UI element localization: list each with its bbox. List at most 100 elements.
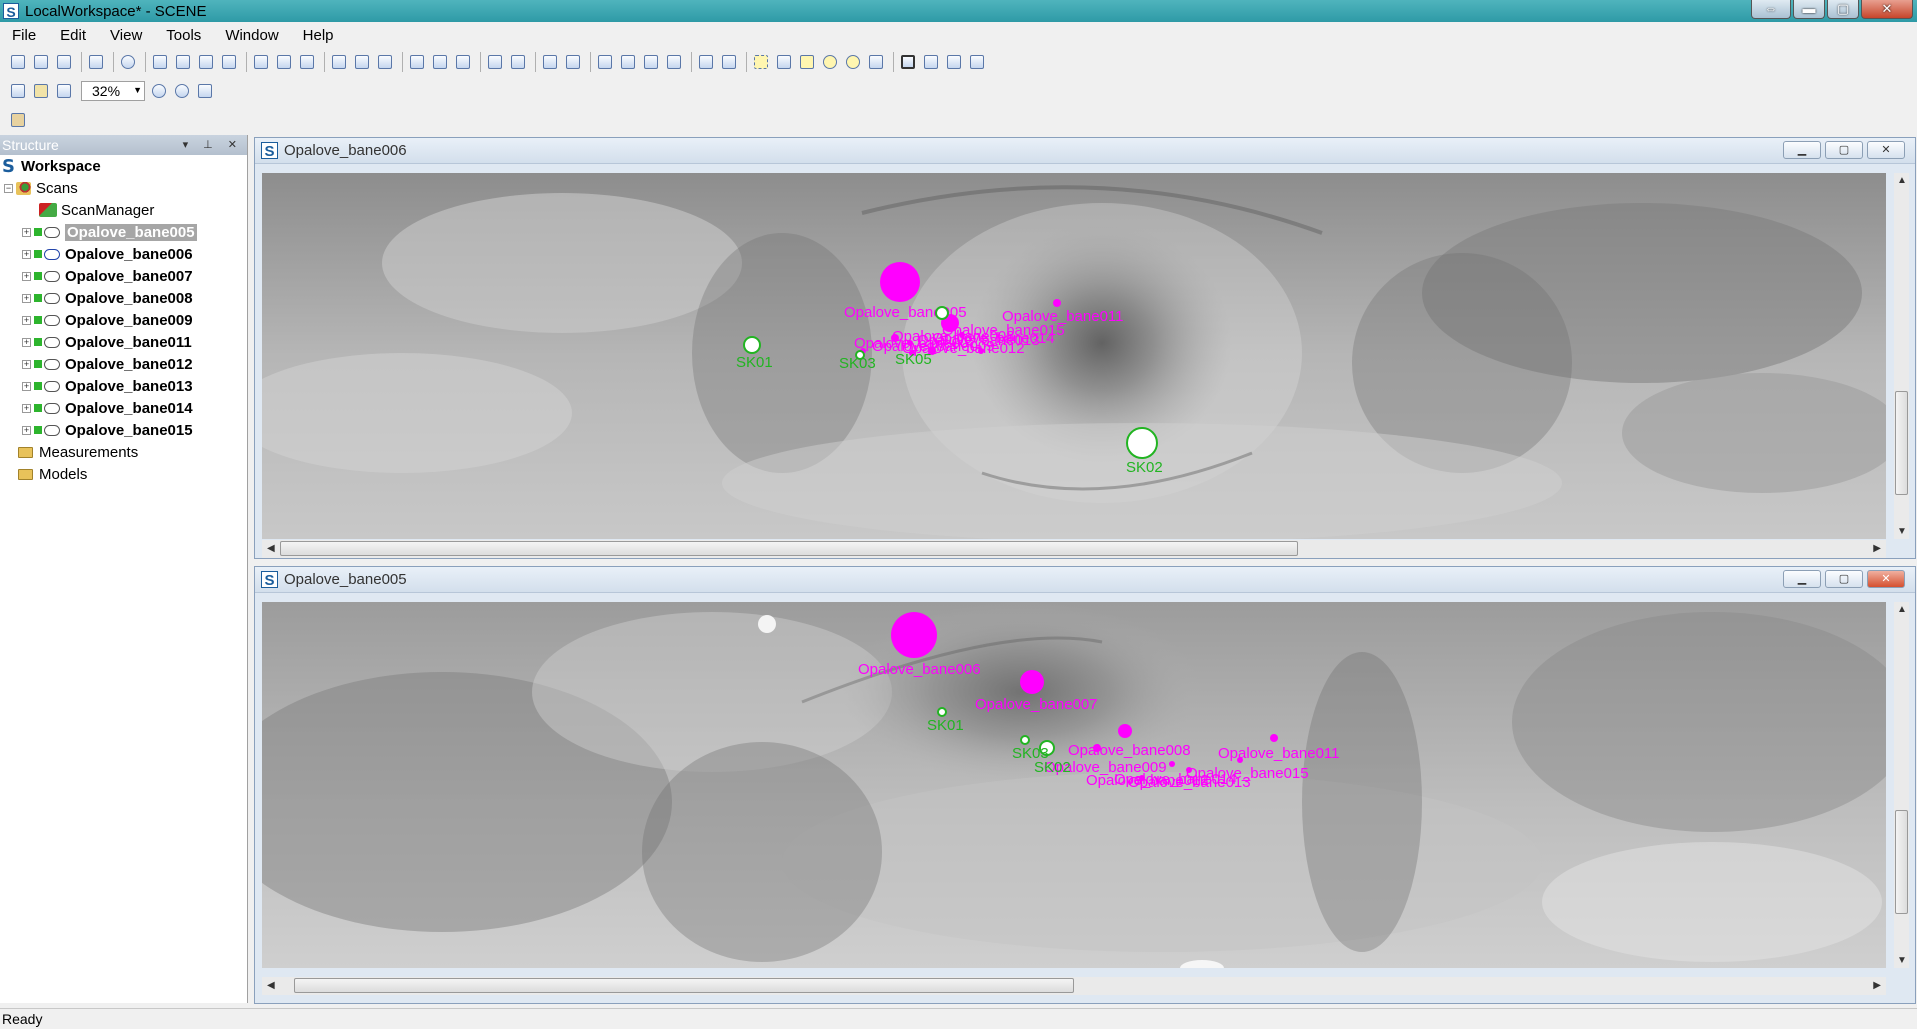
- probe-icon[interactable]: [664, 52, 684, 72]
- selection-add-icon[interactable]: [921, 52, 941, 72]
- child-minimize-button[interactable]: ▁: [1783, 570, 1821, 588]
- vertical-scrollbar[interactable]: ▲ ▼: [1894, 173, 1909, 539]
- scan-position-marker[interactable]: [1118, 724, 1132, 738]
- tree-item-scan[interactable]: + Opalove_bane009: [0, 309, 247, 331]
- expand-icon[interactable]: +: [22, 425, 31, 435]
- scan-position-marker[interactable]: [1020, 670, 1044, 694]
- window-split-icon[interactable]: [352, 52, 372, 72]
- bar-icon[interactable]: [719, 52, 739, 72]
- rect-select-icon[interactable]: [751, 52, 771, 72]
- scan-view-window[interactable]: S Opalove_bane006 ▁ ▢ ✕ Opalove_bane005 …: [254, 137, 1916, 559]
- scan-position-marker[interactable]: [1270, 734, 1278, 742]
- view-3d-icon[interactable]: [173, 52, 193, 72]
- photo-icon[interactable]: [485, 52, 505, 72]
- polygon-select-icon[interactable]: [797, 52, 817, 72]
- column-icon[interactable]: [696, 52, 716, 72]
- marker-icon[interactable]: [641, 52, 661, 72]
- scan-position-marker[interactable]: [891, 612, 937, 658]
- close-button[interactable]: ✕: [1861, 0, 1913, 19]
- zoom-window-icon[interactable]: [195, 81, 215, 101]
- target-sphere-marker[interactable]: [935, 306, 949, 320]
- tree-item-scan[interactable]: + Opalove_bane013: [0, 375, 247, 397]
- brush-select-icon[interactable]: [866, 52, 886, 72]
- measure-icon[interactable]: [618, 52, 638, 72]
- horizontal-scrollbar[interactable]: ◀ ▶: [262, 977, 1886, 995]
- tree-item-scan[interactable]: + Opalove_bane011: [0, 331, 247, 353]
- view-2d-icon[interactable]: [150, 52, 170, 72]
- scan-position-marker[interactable]: [1169, 761, 1175, 767]
- target-sphere-marker[interactable]: [743, 336, 761, 354]
- window-stack-icon[interactable]: [375, 52, 395, 72]
- properties-icon[interactable]: [8, 110, 28, 130]
- tree-item-scan[interactable]: + Opalove_bane005: [0, 221, 247, 243]
- menu-file[interactable]: File: [0, 27, 48, 44]
- circle-select-icon[interactable]: [820, 52, 840, 72]
- scroll-left-icon[interactable]: ◀: [267, 980, 275, 991]
- target-icon[interactable]: [540, 52, 560, 72]
- child-minimize-button[interactable]: ▁: [1783, 141, 1821, 159]
- panorama-viewport[interactable]: Opalove_bane005 Opalove_bane007 Opalove_…: [262, 173, 1886, 539]
- zoom-in-icon[interactable]: [172, 81, 192, 101]
- maximize-button[interactable]: ▢: [1827, 0, 1859, 19]
- menu-tools[interactable]: Tools: [154, 27, 213, 44]
- menu-window[interactable]: Window: [213, 27, 290, 44]
- target-sphere-marker[interactable]: [1126, 427, 1158, 459]
- list-view-icon[interactable]: [219, 52, 239, 72]
- selection-subtract-icon[interactable]: [944, 52, 964, 72]
- minimize-button[interactable]: ▬: [1793, 0, 1825, 19]
- selection-intersect-icon[interactable]: [967, 52, 987, 72]
- scrollbar-thumb[interactable]: [280, 541, 1298, 556]
- child-close-button[interactable]: ✕: [1867, 141, 1905, 159]
- tree-item-scanmanager[interactable]: ScanManager: [0, 199, 247, 221]
- scan-view-window[interactable]: S Opalove_bane005 ▁ ▢ ✕ Opalove_bane006 …: [254, 566, 1916, 1004]
- place-scan-icon[interactable]: [430, 52, 450, 72]
- home-icon[interactable]: [196, 52, 216, 72]
- scroll-right-icon[interactable]: ▶: [1873, 543, 1881, 554]
- scan-view-titlebar[interactable]: S Opalove_bane005 ▁ ▢ ✕: [255, 567, 1915, 593]
- tree-item-measurements[interactable]: Measurements: [0, 441, 247, 463]
- ellipse-select-icon[interactable]: [843, 52, 863, 72]
- zoom-level-select[interactable]: 32% ▼: [81, 81, 145, 101]
- vertical-scrollbar[interactable]: ▲ ▼: [1894, 602, 1909, 968]
- copy-icon[interactable]: [251, 52, 271, 72]
- expand-icon[interactable]: +: [22, 227, 31, 237]
- scan-position-marker[interactable]: [880, 262, 920, 302]
- menu-help[interactable]: Help: [291, 27, 346, 44]
- child-maximize-button[interactable]: ▢: [1825, 570, 1863, 588]
- tree-item-scan[interactable]: + Opalove_bane008: [0, 287, 247, 309]
- scroll-up-icon[interactable]: ▲: [1897, 175, 1907, 186]
- tree-item-scans[interactable]: − Scans: [0, 177, 247, 199]
- camera-icon[interactable]: [508, 52, 528, 72]
- scrollbar-thumb[interactable]: [1895, 810, 1908, 914]
- zoom-out-icon[interactable]: [149, 81, 169, 101]
- tree-item-scan[interactable]: + Opalove_bane012: [0, 353, 247, 375]
- scan-position-marker[interactable]: [1053, 299, 1061, 307]
- print-icon[interactable]: [86, 52, 106, 72]
- scan-view-titlebar[interactable]: S Opalove_bane006 ▁ ▢ ✕: [255, 138, 1915, 164]
- panel-header-buttons[interactable]: ▾ ⊥ ✕: [183, 135, 243, 155]
- expand-icon[interactable]: +: [22, 381, 31, 391]
- scroll-up-icon[interactable]: ▲: [1897, 604, 1907, 615]
- menu-edit[interactable]: Edit: [48, 27, 98, 44]
- scrollbar-thumb[interactable]: [1895, 391, 1908, 495]
- pointer-icon[interactable]: [595, 52, 615, 72]
- scroll-down-icon[interactable]: ▼: [1897, 955, 1907, 966]
- new-workspace-icon[interactable]: [8, 52, 28, 72]
- register-icon[interactable]: [407, 52, 427, 72]
- expand-icon[interactable]: +: [22, 403, 31, 413]
- expand-icon[interactable]: +: [22, 337, 31, 347]
- expand-icon[interactable]: +: [22, 293, 31, 303]
- pan-icon[interactable]: [31, 81, 51, 101]
- expand-icon[interactable]: +: [22, 249, 31, 259]
- child-maximize-button[interactable]: ▢: [1825, 141, 1863, 159]
- tree-item-models[interactable]: Models: [0, 463, 247, 485]
- scroll-left-icon[interactable]: ◀: [267, 543, 275, 554]
- navigate-icon[interactable]: [8, 81, 28, 101]
- tree-item-scan[interactable]: + Opalove_bane006: [0, 243, 247, 265]
- tree-item-workspace[interactable]: S Workspace: [0, 155, 247, 177]
- scan-tool-icon[interactable]: [563, 52, 583, 72]
- menu-view[interactable]: View: [98, 27, 154, 44]
- tree-item-scan[interactable]: + Opalove_bane014: [0, 397, 247, 419]
- unregister-icon[interactable]: [453, 52, 473, 72]
- fit-view-icon[interactable]: [54, 81, 74, 101]
